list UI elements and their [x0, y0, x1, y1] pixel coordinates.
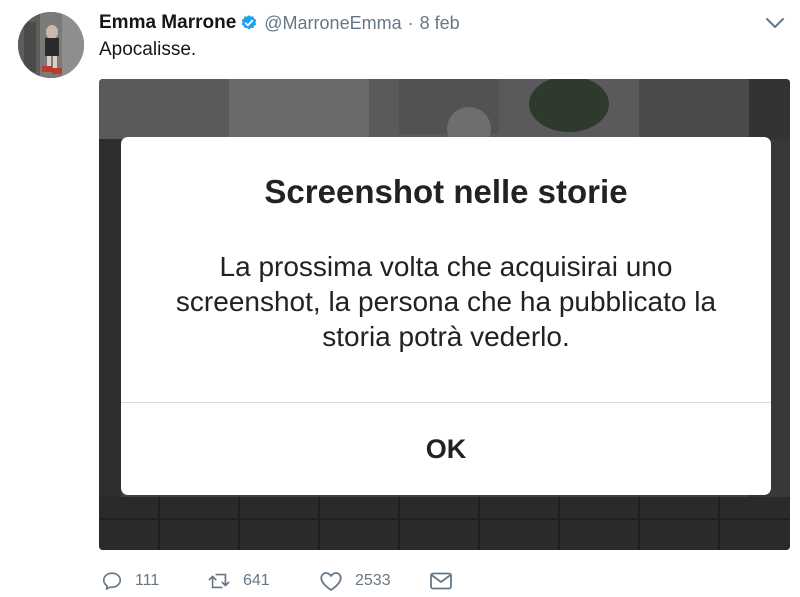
- tweet-media-image[interactable]: Screenshot nelle storie La prossima volt…: [99, 79, 790, 550]
- reply-button[interactable]: 111: [101, 568, 159, 594]
- retweet-count: 641: [243, 572, 270, 589]
- user-handle[interactable]: @MarroneEmma: [264, 13, 401, 34]
- direct-message-button[interactable]: [429, 568, 453, 594]
- verified-badge-icon: [240, 14, 258, 32]
- retweet-icon: [208, 573, 230, 589]
- like-count: 2533: [355, 572, 391, 589]
- ok-button[interactable]: OK: [121, 403, 771, 495]
- story-screenshot-dialog: Screenshot nelle storie La prossima volt…: [121, 137, 771, 495]
- more-options-chevron-down-icon[interactable]: [764, 14, 786, 32]
- dialog-title: Screenshot nelle storie: [264, 173, 628, 210]
- separator-dot: ·: [407, 12, 414, 33]
- reply-icon: [102, 572, 122, 590]
- avatar-photo: [18, 12, 84, 78]
- dialog-message: La prossima volta che acquisirai uno scr…: [175, 251, 717, 352]
- display-name[interactable]: Emma Marrone: [99, 12, 236, 34]
- like-button[interactable]: 2533: [319, 568, 391, 594]
- reply-count: 111: [135, 572, 160, 589]
- tweet: Emma Marrone @MarroneEmma · 8 feb Apocal…: [0, 0, 800, 597]
- envelope-icon: [430, 572, 452, 590]
- tweet-header: Emma Marrone @MarroneEmma · 8 feb: [99, 11, 460, 35]
- tweet-text: Apocalisse.: [99, 39, 197, 60]
- tweet-actions: 111 641 2533: [101, 568, 501, 594]
- tweet-date[interactable]: 8 feb: [420, 13, 460, 34]
- heart-icon: [320, 572, 342, 591]
- avatar[interactable]: [18, 12, 84, 78]
- retweet-button[interactable]: 641: [207, 568, 270, 594]
